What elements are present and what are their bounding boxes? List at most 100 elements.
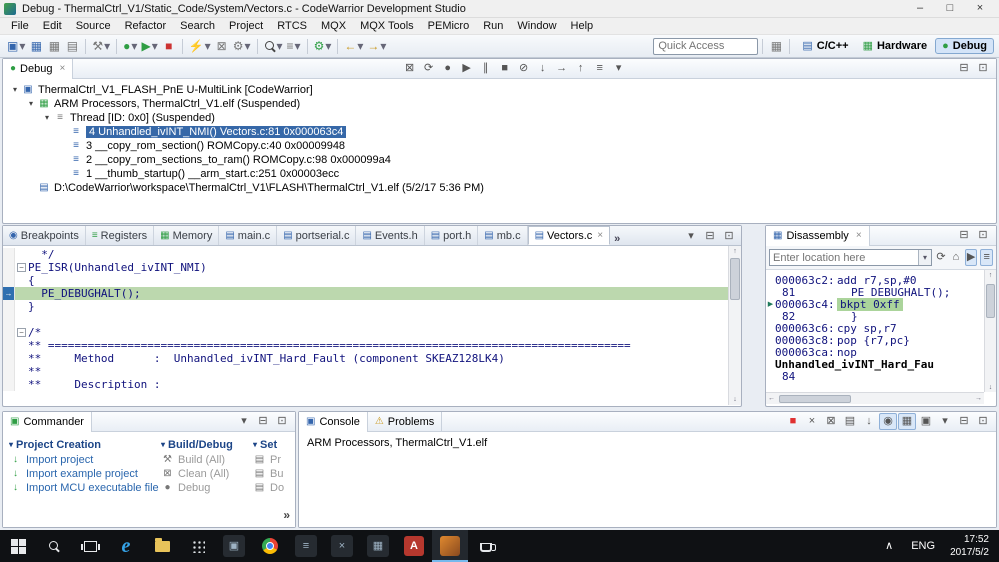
maximize-pane-icon[interactable] — [974, 227, 992, 244]
terminate-icon[interactable] — [784, 413, 802, 430]
minimize-pane-icon[interactable] — [955, 227, 973, 244]
tree-item-processor[interactable]: ARM Processors, ThermalCtrl_V1.elf (Susp… — [5, 97, 996, 111]
tree-item-launch-config[interactable]: ThermalCtrl_V1_FLASH_PnE U-MultiLink [Co… — [5, 83, 996, 97]
scrollbar-thumb[interactable] — [730, 258, 740, 300]
new-icon[interactable] — [5, 36, 27, 56]
scrollbar-thumb[interactable] — [779, 394, 851, 403]
expander-icon[interactable] — [9, 86, 21, 94]
menu-file[interactable]: File — [4, 19, 36, 33]
expander-icon[interactable] — [41, 114, 53, 122]
debug-config-icon[interactable] — [231, 36, 253, 56]
home-icon[interactable] — [950, 249, 962, 266]
view-menu-icon[interactable] — [610, 60, 628, 77]
step-return-icon[interactable] — [572, 60, 590, 77]
show-on-output-icon[interactable] — [898, 413, 916, 430]
disasm-source-line[interactable]: 82} — [766, 310, 996, 323]
remove-launch-icon[interactable] — [803, 413, 821, 430]
pinned-app-5-button[interactable] — [468, 530, 504, 562]
start-button[interactable] — [0, 530, 36, 562]
scroll-right-icon[interactable] — [973, 395, 984, 402]
menu-search[interactable]: Search — [173, 19, 222, 33]
menu-project[interactable]: Project — [222, 19, 270, 33]
menu-mqx[interactable]: MQX — [314, 19, 353, 33]
back-icon[interactable] — [342, 36, 365, 56]
disassembly-vertical-scrollbar[interactable] — [984, 270, 996, 392]
location-combo[interactable] — [769, 249, 932, 266]
record-icon[interactable] — [439, 60, 457, 77]
disassembly-content[interactable]: 000063c2: add r7,sp,#0 81 PE_DEBUGHALT(); … — [766, 270, 996, 404]
suspend-icon[interactable] — [477, 60, 495, 77]
scrollbar-thumb[interactable] — [986, 284, 995, 318]
step-into-icon[interactable] — [534, 60, 552, 77]
combo-dropdown-icon[interactable] — [918, 250, 931, 265]
scroll-down-icon[interactable] — [985, 382, 996, 392]
pdf-reader-button[interactable] — [396, 530, 432, 562]
instruction-stepping-icon[interactable] — [591, 60, 609, 77]
commander-more-chevron[interactable]: » — [283, 508, 290, 522]
perspective-switcher-icon[interactable] — [767, 36, 785, 56]
expander-icon[interactable] — [25, 100, 37, 108]
fold-collapse-icon[interactable] — [17, 263, 26, 272]
build-icon[interactable] — [90, 36, 112, 56]
perspective-cpp-button[interactable]: C/C++ — [796, 39, 854, 53]
import-mcu-executable-link[interactable]: Import MCU executable file — [9, 481, 161, 495]
tab-main-c[interactable]: main.c — [219, 226, 278, 245]
code-editor[interactable]: */ PE_ISR(Unhandled_ivINT_NMI) { PE_DEBU… — [3, 246, 741, 405]
menu-mqx-tools[interactable]: MQX Tools — [353, 19, 421, 33]
perspective-debug-button[interactable]: Debug — [935, 38, 994, 54]
disasm-line[interactable]: 000063c2: add r7,sp,#0 — [766, 274, 996, 287]
location-input[interactable] — [770, 251, 918, 264]
disasm-source-line[interactable]: 84 — [766, 370, 996, 383]
editor-ruler[interactable] — [3, 261, 15, 274]
terminate-icon[interactable] — [496, 60, 514, 77]
stop-icon[interactable] — [160, 36, 178, 56]
tray-overflow-icon[interactable] — [876, 541, 902, 552]
view-menu-icon[interactable] — [682, 228, 700, 245]
close-icon[interactable] — [59, 64, 65, 74]
pinned-app-1-button[interactable] — [216, 530, 252, 562]
minimize-pane-icon[interactable] — [254, 413, 272, 430]
annotations-icon[interactable] — [285, 36, 303, 56]
save-icon[interactable] — [27, 36, 45, 56]
editor-vertical-scrollbar[interactable] — [728, 246, 741, 405]
menu-edit[interactable]: Edit — [36, 19, 69, 33]
minimize-pane-icon[interactable] — [955, 413, 973, 430]
fold-collapse-icon[interactable] — [17, 328, 26, 337]
tab-breakpoints[interactable]: Breakpoints — [3, 226, 86, 245]
settings-link[interactable]: Bu — [253, 467, 293, 481]
editor-ruler[interactable] — [3, 339, 15, 352]
forward-icon[interactable] — [365, 36, 388, 56]
instruction-pointer-icon[interactable] — [3, 287, 15, 300]
codewarrior-app-icon[interactable] — [4, 2, 16, 15]
scroll-left-icon[interactable] — [766, 395, 777, 402]
tab-memory[interactable]: Memory — [154, 226, 220, 245]
editor-ruler[interactable] — [3, 313, 15, 326]
perspective-hardware-button[interactable]: Hardware — [857, 39, 934, 53]
minimize-pane-icon[interactable] — [701, 228, 719, 245]
remove-terminated-icon[interactable] — [401, 60, 419, 77]
tree-item-stack-frame-2[interactable]: 2 __copy_rom_sections_to_ram() ROMCopy.c… — [5, 153, 996, 167]
flash-programmer-icon[interactable] — [187, 36, 213, 56]
editor-ruler[interactable] — [3, 326, 15, 339]
menu-rtcs[interactable]: RTCS — [270, 19, 314, 33]
menu-refactor[interactable]: Refactor — [118, 19, 174, 33]
pinned-app-3-button[interactable] — [324, 530, 360, 562]
tree-item-elf-file[interactable]: D:\CodeWarrior\workspace\ThermalCtrl_V1\… — [5, 181, 996, 195]
pinned-app-4-button[interactable] — [360, 530, 396, 562]
maximize-pane-icon[interactable] — [974, 413, 992, 430]
editor-ruler[interactable] — [3, 378, 15, 391]
tab-vectors-c[interactable]: Vectors.c — [527, 226, 611, 245]
step-over-icon[interactable] — [553, 60, 571, 77]
menu-window[interactable]: Window — [510, 19, 563, 33]
settings-link[interactable]: Pr — [253, 453, 293, 467]
tab-problems[interactable]: Problems — [368, 411, 443, 432]
codewarrior-taskbar-button[interactable] — [432, 530, 468, 562]
import-example-project-link[interactable]: Import example project — [9, 467, 161, 481]
disasm-line[interactable]: 000063c6: cpy sp,r7 — [766, 322, 996, 335]
refresh-icon[interactable] — [935, 249, 947, 266]
clear-console-icon[interactable] — [841, 413, 859, 430]
tree-item-stack-frame-4[interactable]: 4 Unhandled_ivINT_NMI() Vectors.c:81 0x0… — [5, 125, 996, 139]
scroll-lock-icon[interactable] — [860, 413, 878, 430]
save-all-icon[interactable] — [45, 36, 63, 56]
tab-debug[interactable]: Debug — [3, 58, 74, 79]
